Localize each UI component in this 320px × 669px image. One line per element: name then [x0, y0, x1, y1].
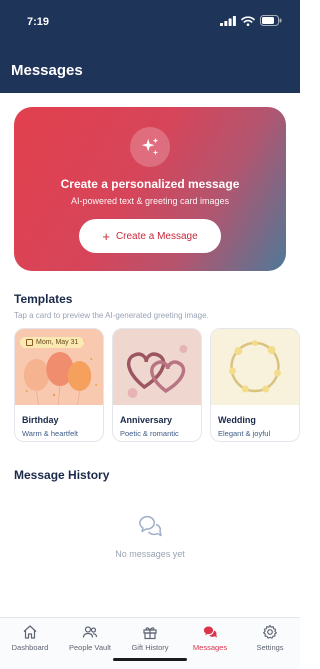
calendar-icon	[26, 339, 33, 346]
template-card-birthday[interactable]: Mom, May 31 Birthday Warm & heartfelt	[14, 328, 104, 442]
home-icon	[23, 625, 37, 639]
tab-dashboard[interactable]: Dashboard	[0, 624, 60, 652]
template-subtitle: Warm & heartfelt	[22, 429, 78, 438]
templates-hint: Tap a card to preview the AI-generated g…	[14, 311, 209, 320]
plus-icon: +	[102, 228, 110, 244]
chat-bubbles-icon	[203, 626, 217, 638]
template-name: Anniversary	[120, 415, 173, 425]
tab-label: Gift History	[131, 643, 169, 652]
template-card-wedding[interactable]: Wedding Elegant & joyful	[210, 328, 300, 442]
create-message-label: Create a Message	[115, 230, 198, 242]
status-time: 7:19	[27, 16, 50, 28]
message-history-title: Message History	[14, 468, 110, 482]
template-subtitle: Poetic & romantic	[120, 429, 179, 438]
signal-icon	[220, 15, 236, 26]
empty-state-text: No messages yet	[115, 549, 185, 559]
tab-gift-history[interactable]: Gift History	[120, 624, 180, 652]
battery-icon	[260, 15, 282, 26]
tab-people-vault[interactable]: People Vault	[60, 624, 120, 652]
tab-label: Dashboard	[11, 643, 49, 652]
anniversary-hearts-image	[113, 329, 201, 405]
templates-carousel[interactable]: Mom, May 31 Birthday Warm & heartfelt An…	[14, 328, 300, 444]
tab-settings[interactable]: Settings	[240, 624, 300, 652]
status-bar: 7:19	[0, 0, 300, 44]
create-message-button[interactable]: + Create a Message	[79, 219, 221, 253]
sparkles-icon	[141, 137, 159, 156]
tab-label: People Vault	[69, 643, 111, 652]
app-header: 7:19 Messages	[0, 0, 300, 93]
hero-subtitle: AI-powered text & greeting card images	[70, 196, 230, 206]
page-title: Messages	[11, 62, 83, 79]
wedding-wreath-image	[211, 329, 299, 405]
tab-label: Messages	[192, 643, 228, 652]
hero-title: Create a personalized message	[60, 177, 240, 191]
tab-label: Settings	[256, 643, 284, 652]
date-chip: Mom, May 31	[20, 337, 85, 348]
chat-bubbles-icon	[139, 515, 162, 537]
people-icon	[82, 626, 98, 638]
home-indicator	[113, 658, 187, 661]
hero-badge	[130, 127, 170, 167]
status-icons	[220, 15, 282, 26]
templates-title: Templates	[14, 292, 73, 306]
template-name: Wedding	[218, 415, 256, 425]
template-subtitle: Elegant & joyful	[218, 429, 271, 438]
template-name: Birthday	[22, 415, 59, 425]
template-card-anniversary[interactable]: Anniversary Poetic & romantic	[112, 328, 202, 442]
date-chip-label: Mom, May 31	[36, 339, 79, 346]
gear-icon	[263, 624, 277, 639]
gift-icon	[143, 627, 157, 640]
tab-messages[interactable]: Messages	[180, 624, 240, 652]
wifi-icon	[241, 15, 255, 26]
bottom-tab-bar: Dashboard People Vault Gift History Mess…	[0, 617, 300, 669]
